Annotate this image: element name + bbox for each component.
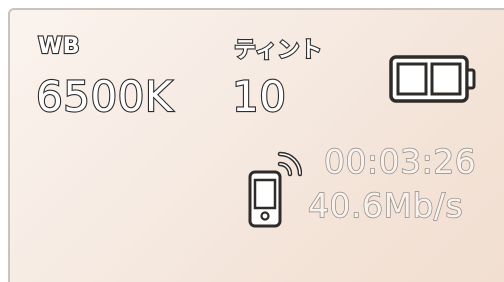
tint-value[interactable]: 10 bbox=[231, 71, 287, 122]
camera-status-panel: WB 6500K ティント 10 00:03:26 40.6Mb/s bbox=[8, 8, 504, 282]
recording-timecode: 00:03:26 bbox=[323, 141, 477, 181]
white-balance-value[interactable]: 6500K bbox=[35, 71, 174, 122]
white-balance-label: WB bbox=[37, 33, 81, 60]
phone-wireless-icon bbox=[248, 151, 302, 228]
recording-bitrate: 40.6Mb/s bbox=[307, 185, 464, 225]
tint-label: ティント bbox=[233, 37, 323, 64]
battery-icon bbox=[389, 55, 476, 103]
